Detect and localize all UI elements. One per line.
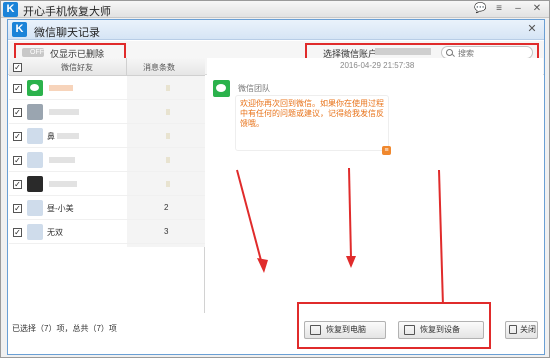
row-checkbox[interactable]: ✓ [13, 84, 22, 93]
restore-to-pc-label: 恢复到电脑 [326, 325, 366, 334]
name-blurred [49, 181, 77, 187]
avatar [27, 224, 43, 240]
list-item[interactable]: ✓ [9, 76, 205, 100]
row-checkbox[interactable]: ✓ [13, 180, 22, 189]
dialog-header: K 微信聊天记录 ✕ [8, 20, 544, 40]
list-item[interactable]: ✓ [9, 148, 205, 172]
close-label: 关闭 [520, 325, 536, 334]
row-checkbox[interactable]: ✓ [13, 132, 22, 141]
arrow-center-line [348, 167, 352, 259]
friend-list-pane: ✓ 微信好友 消息条数 ✓ ✓ ✓ 鼻 ✓ ✓ ✓ 昼-小美 2 ✓ 无双 3 [9, 58, 205, 313]
exit-icon [509, 325, 517, 334]
arrow-center-head [346, 256, 356, 268]
message-badge-icon: ≡ [382, 146, 391, 155]
account-dropdown[interactable] [375, 48, 431, 55]
avatar [27, 104, 43, 120]
menu-icon[interactable]: ≡ [493, 3, 505, 15]
arrow-left-line [236, 169, 264, 269]
arrow-right-line [438, 169, 444, 302]
row-name: 无双 [47, 228, 63, 237]
search-input[interactable] [458, 48, 528, 58]
app-logo-icon: K [3, 2, 18, 17]
count-blurred [166, 157, 170, 163]
avatar [27, 152, 43, 168]
row-name: 鼻 [47, 132, 55, 141]
column-header-friend[interactable]: 微信好友 [61, 62, 93, 73]
row-checkbox[interactable]: ✓ [13, 108, 22, 117]
friend-list-header: ✓ 微信好友 消息条数 [9, 58, 205, 76]
close-icon[interactable]: ✕ [531, 3, 543, 15]
annotation-arrows [236, 167, 444, 302]
titlebar-controls: 💬 ≡ – ✕ [474, 3, 543, 15]
chat-icon[interactable]: 💬 [474, 3, 486, 15]
count-blurred [166, 85, 170, 91]
app-window: K 开心手机恢复大师 💬 ≡ – ✕ K 微信聊天记录 ✕ OFF 仅显示已删除… [0, 0, 550, 358]
row-name: 昼-小美 [47, 204, 74, 213]
row-checkbox[interactable]: ✓ [13, 228, 22, 237]
row-count: 2 [164, 203, 169, 212]
app-titlebar: K 开心手机恢复大师 💬 ≡ – ✕ [1, 1, 549, 18]
select-all-checkbox[interactable]: ✓ [13, 63, 22, 72]
dialog-close-icon[interactable]: ✕ [526, 23, 538, 35]
column-header-count[interactable]: 消息条数 [143, 62, 175, 73]
device-icon [404, 325, 415, 335]
restore-to-device-label: 恢复到设备 [420, 325, 460, 334]
count-blurred [166, 133, 170, 139]
name-blurred [49, 85, 73, 91]
restore-to-device-button[interactable]: 恢复到设备 [398, 321, 484, 339]
close-button[interactable]: 关闭 [505, 321, 538, 339]
list-item[interactable]: ✓ [9, 100, 205, 124]
row-checkbox[interactable]: ✓ [13, 156, 22, 165]
dialog-title: 微信聊天记录 [34, 27, 100, 39]
deleted-only-toggle[interactable]: OFF [22, 48, 44, 57]
wechat-records-dialog: K 微信聊天记录 ✕ OFF 仅显示已删除 选择微信账户 ✓ 微信好友 [7, 19, 545, 355]
wechat-avatar-icon [27, 80, 43, 96]
list-footer: 已选择（7）项，总共（7）项 [8, 313, 204, 341]
count-blurred [166, 181, 170, 187]
computer-icon [310, 325, 321, 335]
conversation-pane: 2016-04-29 21:57:38 微信团队 欢迎你再次回到微信。如果你在使… [207, 58, 543, 302]
name-blurred [57, 133, 79, 139]
count-blurred [166, 109, 170, 115]
restore-to-pc-button[interactable]: 恢复到电脑 [304, 321, 386, 339]
list-item[interactable]: ✓ 昼-小美 2 [9, 196, 205, 220]
avatar [27, 176, 43, 192]
row-count: 3 [164, 227, 169, 236]
list-item[interactable]: ✓ 无双 3 [9, 220, 205, 244]
row-checkbox[interactable]: ✓ [13, 204, 22, 213]
avatar [27, 128, 43, 144]
list-item[interactable]: ✓ [9, 172, 205, 196]
search-icon [446, 49, 453, 56]
arrow-left-head [257, 258, 268, 273]
list-item[interactable]: ✓ 鼻 [9, 124, 205, 148]
name-blurred [49, 157, 75, 163]
dialog-logo-icon: K [12, 22, 27, 37]
app-title: 开心手机恢复大师 [23, 6, 111, 18]
name-blurred [49, 109, 79, 115]
avatar [27, 200, 43, 216]
selection-summary: 已选择（7）项，总共（7）项 [12, 324, 117, 333]
column-divider [126, 58, 127, 76]
minimize-icon[interactable]: – [512, 3, 524, 15]
